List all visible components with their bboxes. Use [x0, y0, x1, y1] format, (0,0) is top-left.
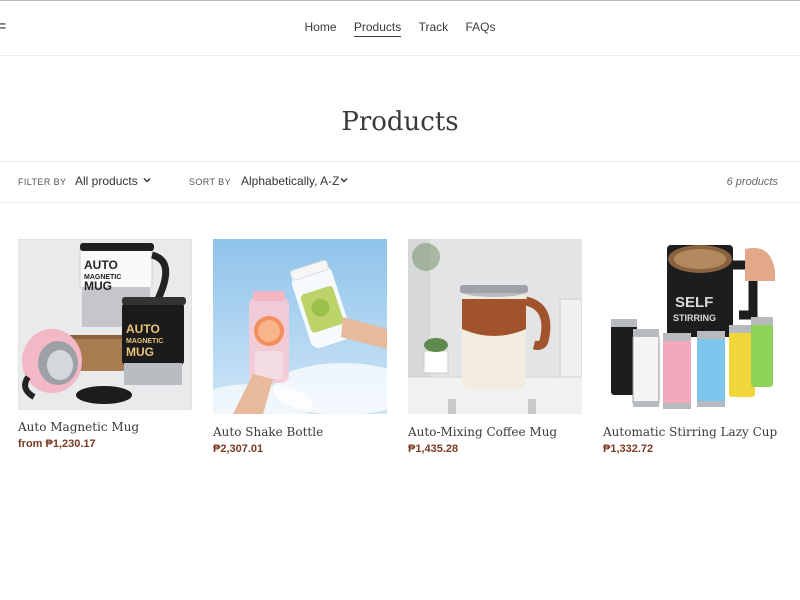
sort-by-label: SORT BY [189, 177, 231, 187]
svg-text:STIRRING: STIRRING [673, 313, 716, 323]
main-nav: Home Products Track FAQs [0, 20, 800, 37]
page-title: Products [341, 107, 459, 138]
svg-text:MAGNETIC: MAGNETIC [126, 338, 163, 345]
svg-text:SELF: SELF [675, 294, 713, 311]
svg-text:MUG: MUG [126, 345, 154, 359]
product-title[interactable]: Auto Shake Bottle [213, 425, 323, 439]
product-price: ₱1,435.28 [408, 443, 459, 455]
nav-home[interactable]: Home [305, 20, 337, 36]
filter-bar: FILTER BY All products SORT BY Alphabeti… [0, 161, 800, 203]
product-price: ₱2,307.01 [213, 443, 264, 455]
sort-chevron-down-icon[interactable] [339, 175, 349, 185]
filter-by-label: FILTER BY [18, 177, 67, 187]
auto-magnetic-mug-image[interactable]: AUTO MAGNETIC MUG AUTO MAGNETIC MUG [18, 239, 192, 410]
product-title[interactable]: Auto Magnetic Mug [18, 420, 139, 434]
site-header: = Home Products Track FAQs [0, 1, 800, 56]
auto-shake-bottle-image[interactable] [213, 239, 387, 414]
product-count: 6 products [726, 176, 778, 188]
filter-select[interactable]: All products [75, 174, 138, 188]
svg-text:AUTO: AUTO [126, 322, 160, 336]
nav-track[interactable]: Track [419, 20, 449, 36]
nav-products[interactable]: Products [353, 20, 402, 37]
product-title[interactable]: Automatic Stirring Lazy Cup [603, 425, 777, 439]
automatic-stirring-lazy-cup-image[interactable]: SELF STIRRING [603, 239, 777, 414]
product-price: ₱1,332.72 [603, 443, 654, 455]
svg-text:AUTO: AUTO [84, 258, 118, 272]
filter-chevron-down-icon[interactable] [142, 175, 152, 185]
svg-text:MUG: MUG [84, 279, 112, 293]
nav-faqs[interactable]: FAQs [465, 20, 495, 36]
product-title[interactable]: Auto-Mixing Coffee Mug [408, 425, 557, 439]
product-price: from ₱1,230.17 [18, 438, 96, 450]
auto-mixing-coffee-mug-image[interactable] [408, 239, 582, 414]
sort-select[interactable]: Alphabetically, A-Z [241, 174, 340, 188]
